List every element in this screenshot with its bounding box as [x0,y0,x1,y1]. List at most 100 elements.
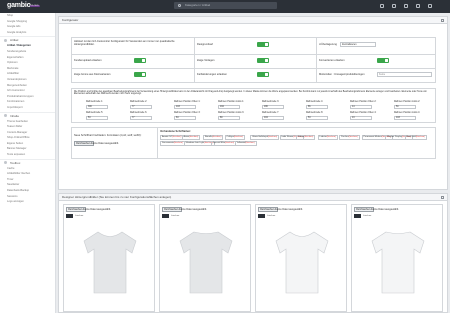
konfigurator-label: Aktiviert ist den GX-Customizer Konfigur… [74,40,175,46]
frame-value-input[interactable]: 80 [218,115,240,120]
kundenupload-toggle[interactable] [134,58,146,63]
delete-toggle[interactable] [354,214,361,218]
image-slot: Durchsuchen... Keine Datei ausgewählt. Lös… [63,204,155,312]
frame-value-input[interactable]: 194 [218,104,240,109]
cloud-badge: CLOUD [30,5,40,7]
sidebar-item[interactable]: Logs anzeigen [0,199,55,205]
frame-value-input[interactable]: 77 [130,115,152,120]
no-file-text: Keine Datei ausgewählt. [275,208,303,211]
font-delete-link[interactable]: (löschen) [172,136,181,138]
sidebar-item[interactable]: Import/Export [0,105,55,111]
ueberlagerung-select[interactable]: Zentralisieren [340,42,376,47]
font-delete-link[interactable]: (löschen) [349,136,358,138]
font-delete-link[interactable]: (löschen) [174,142,183,144]
frame-value-input[interactable]: 50 [394,104,416,109]
logout-icon[interactable] [428,4,432,8]
font-name: Yellowtail [236,142,246,144]
font-delete-link[interactable]: (löschen) [225,142,234,144]
font-name: Gloria Hallelujah [252,136,269,138]
font-chip: Bonello(löschen) [203,135,224,140]
frame-value-input[interactable]: 14 [350,104,372,109]
font-delete-link[interactable]: (löschen) [234,136,243,138]
row-label: Konvertieren erlauben [319,59,345,62]
delete-toggle[interactable] [258,214,265,218]
font-delete-link[interactable]: (löschen) [416,136,425,138]
frame-label: Rahmenbreite 6: [130,112,147,114]
tshirt-image [83,231,137,294]
font-delete-link[interactable]: (löschen) [246,142,255,144]
font-chip: Yellowtail(löschen) [234,141,257,146]
font-delete-link[interactable]: (löschen) [268,136,277,138]
frame-value-input[interactable]: 104 [262,115,284,120]
row-label: Farbänderungen erlauben [197,73,227,76]
collapse-icon[interactable] [441,196,444,199]
frame-value-input[interactable]: 53 [306,115,328,120]
font-delete-link[interactable]: (löschen) [212,136,221,138]
sidebar-item[interactable]: Google Analytics [0,30,55,36]
frame-label: Rahmen Position Links 4: [394,112,421,114]
shop-icon[interactable] [404,4,408,8]
font-name: Lobster [319,136,327,138]
panel-title: Designer Hintergrundbilder (Sie können b… [59,194,447,201]
sidebar-section-header[interactable]: Toolbox [0,158,55,166]
user-icon[interactable] [416,4,420,8]
farbaenderung-toggle[interactable] [257,72,269,77]
font-chip: Rock Salt(löschen) [404,135,427,140]
frame-value-input[interactable]: 103 [394,115,416,120]
no-file-text: Keine Datei ausgewählt. [371,208,399,211]
font-name: Calligra [226,136,234,138]
kleinvarianten-toggle[interactable] [134,72,146,77]
section-icon [4,161,7,165]
help-icon[interactable] [392,4,396,8]
no-file-text: Keine Datei ausgewählt. [83,208,111,211]
designvorlauf-toggle[interactable] [257,42,269,47]
top-navigation-bar: gambio CLOUD Kategorien / Artikel [0,0,450,13]
delete-toggle[interactable] [66,214,73,218]
frame-value-input[interactable]: 300 [86,104,108,109]
main-content: Konfigurator Aktiviert ist den GX-Custom… [58,13,448,313]
sidebar-section-header[interactable]: Inhalte [0,111,55,119]
section-title: Inhalte [10,113,20,118]
row-label: Kundenupload erlauben [74,59,102,62]
motivzeilen-input[interactable]: Keine [377,72,432,77]
font-chip: Calligra(löschen) [224,135,245,140]
delete-label: Löschen [267,215,276,217]
frame-value-input[interactable]: 53 [86,115,108,120]
frame-value-input[interactable]: 77 [130,104,152,109]
delete-toggle[interactable] [162,214,169,218]
frame-label: Rahmen Position Oben 2: [350,101,377,103]
font-chip: Special Elite(löschen) [211,141,237,146]
frame-label: Rahmenbreite 3: [262,101,279,103]
delete-label: Löschen [363,215,372,217]
font-delete-link[interactable]: (löschen) [189,136,198,138]
bell-icon[interactable] [380,4,384,8]
frame-value-input[interactable]: 180 [262,104,284,109]
font-chip: Pacifico(löschen) [339,135,360,140]
image-slot: Durchsuchen... Keine Datei ausgewählt. Lös… [255,204,347,312]
global-search-input[interactable]: Kategorien / Artikel [174,2,277,9]
frame-label: Rahmenbreite 7: [262,112,279,114]
frame-value-input[interactable]: 103 [174,104,196,109]
frame-label: Rahmen Position Oben 3: [174,112,201,114]
frame-value-input[interactable]: 63 [174,115,196,120]
vorlagen-toggle[interactable] [257,58,269,63]
font-name: Pacifico [341,136,349,138]
tshirt-image [179,231,233,294]
frame-value-input[interactable]: 13 [350,115,372,120]
positions-note: Die Position und Größe des jeweiligen Be… [74,90,427,95]
frame-label: Rahmenbreite 8: [306,112,323,114]
sidebar-item[interactable]: Texte anpassen [0,152,55,158]
font-delete-link[interactable]: (löschen) [304,136,313,138]
frame-label: Rahmen Position Oben 1: [174,101,201,103]
font-name: Shadows Into Light [185,142,205,144]
no-file-text: Keine Datei ausgewählt. [91,142,119,145]
search-icon [178,4,181,7]
font-chip: Lobster(löschen) [317,135,338,140]
frame-value-input[interactable]: 86 [306,104,328,109]
gambio-logo[interactable]: gambio [7,2,31,9]
collapse-icon[interactable] [441,19,444,22]
frame-label: Rahmen Position Links 1: [218,101,245,103]
konvertieren-toggle[interactable] [377,58,389,63]
sidebar-section-header[interactable]: Artikel [0,36,55,43]
font-delete-link[interactable]: (löschen) [327,136,336,138]
